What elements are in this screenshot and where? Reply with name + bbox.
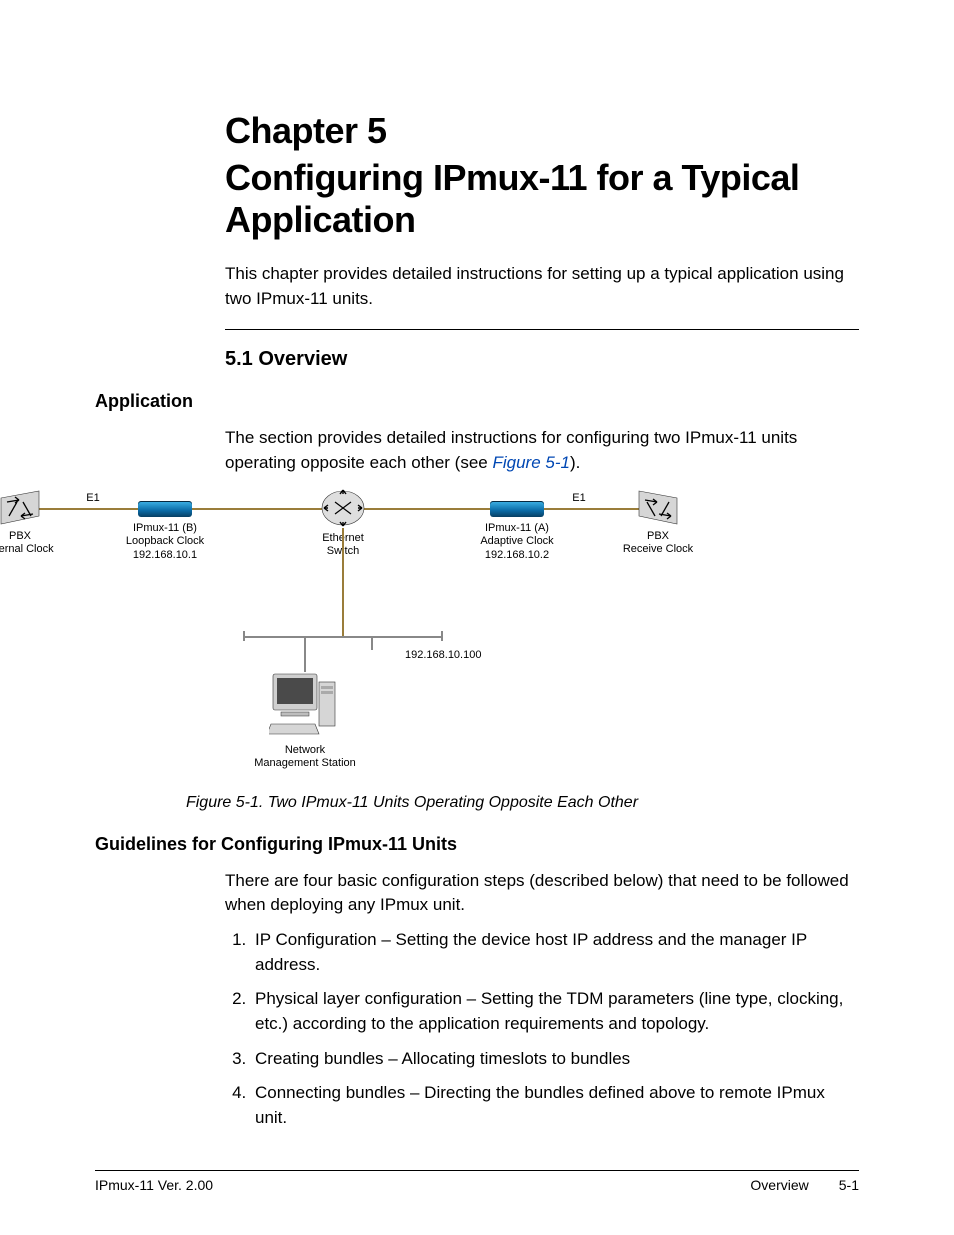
nms-ip-label: 192.168.10.100 xyxy=(405,649,481,661)
nms-label: Network Management Station xyxy=(254,744,356,772)
footer-page-number: 5-1 xyxy=(839,1177,859,1193)
workstation-icon xyxy=(269,672,341,742)
steps-list: IP Configuration – Setting the device ho… xyxy=(225,928,859,1130)
list-item: IP Configuration – Setting the device ho… xyxy=(251,928,859,977)
ethernet-switch-icon xyxy=(320,488,366,528)
guidelines-body: There are four basic configuration steps… xyxy=(225,869,859,1131)
list-item: Physical layer configuration – Setting t… xyxy=(251,987,859,1036)
page: Chapter 5 Configuring IPmux-11 for a Typ… xyxy=(0,0,954,1235)
list-item: Connecting bundles – Directing the bundl… xyxy=(251,1081,859,1130)
ipmux-device-icon xyxy=(490,501,544,517)
list-item: Creating bundles – Allocating timeslots … xyxy=(251,1047,859,1072)
footer-product: IPmux-11 Ver. 2.00 xyxy=(95,1177,213,1193)
figure-caption: Figure 5-1. Two IPmux-11 Units Operating… xyxy=(0,794,859,812)
bus-tick xyxy=(441,631,443,641)
link-line xyxy=(371,636,373,650)
pbx-right-label: PBX Receive Clock xyxy=(623,530,693,558)
footer-section: Overview xyxy=(750,1177,808,1193)
section-heading: 5.1 Overview xyxy=(225,348,859,371)
bus-tick xyxy=(243,631,245,641)
application-body: The section provides detailed instructio… xyxy=(225,426,859,475)
subheading-application: Application xyxy=(95,391,859,412)
pbx-left-label: PBX Internal Clock xyxy=(0,530,54,558)
ipmux-b-label: IPmux-11 (B) Loopback Clock 192.168.10.1 xyxy=(126,522,204,563)
chapter-title: Configuring IPmux-11 for a Typical Appli… xyxy=(225,157,859,240)
application-text: The section provides detailed instructio… xyxy=(225,426,859,475)
link-line xyxy=(304,636,306,672)
link-line xyxy=(342,528,344,636)
link-label-e1-right: E1 xyxy=(572,492,585,504)
link-label-e1-left: E1 xyxy=(86,492,99,504)
figure-5-1: PBX Internal Clock E1 IPmux-11 (B) Loopb… xyxy=(0,486,859,812)
chapter-intro: This chapter provides detailed instructi… xyxy=(225,262,859,311)
divider xyxy=(225,329,859,330)
text: ). xyxy=(570,453,580,472)
content-block: Chapter 5 Configuring IPmux-11 for a Typ… xyxy=(225,110,859,371)
pbx-icon xyxy=(635,490,681,526)
guidelines-intro: There are four basic configuration steps… xyxy=(225,869,859,918)
ipmux-a-label: IPmux-11 (A) Adaptive Clock 192.168.10.2 xyxy=(480,522,553,563)
page-footer: IPmux-11 Ver. 2.00 Overview 5-1 xyxy=(95,1170,859,1193)
network-diagram: PBX Internal Clock E1 IPmux-11 (B) Loopb… xyxy=(0,486,859,786)
subheading-guidelines: Guidelines for Configuring IPmux-11 Unit… xyxy=(95,834,859,855)
figure-reference-link[interactable]: Figure 5-1 xyxy=(492,453,569,472)
bus-line xyxy=(243,636,443,638)
chapter-label: Chapter 5 xyxy=(225,110,859,151)
ipmux-device-icon xyxy=(138,501,192,517)
pbx-icon xyxy=(0,490,43,526)
